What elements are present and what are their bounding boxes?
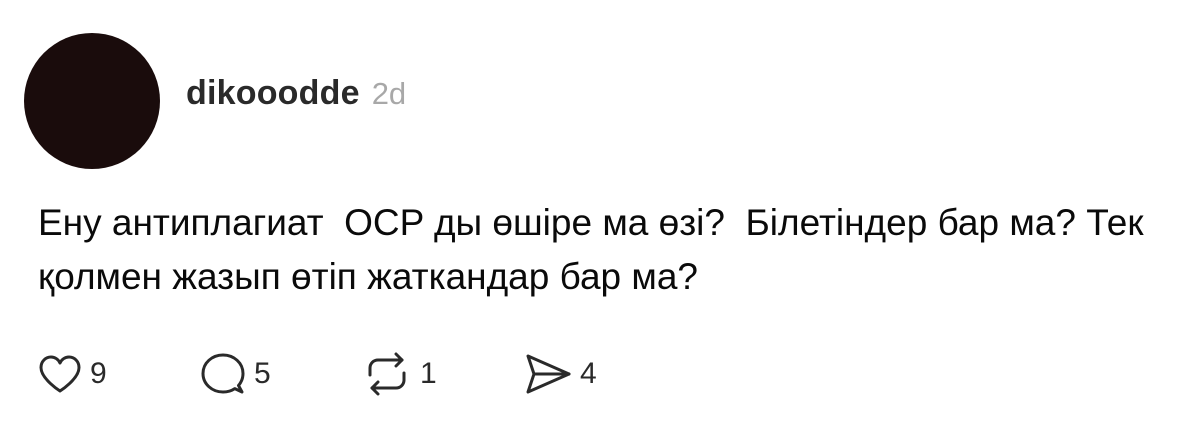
share-count: 4 (580, 357, 597, 390)
repost-count: 1 (420, 357, 437, 390)
comment-button[interactable]: 5 (200, 352, 362, 396)
post-header: dikooodde 2d (186, 74, 406, 113)
comment-count: 5 (254, 357, 271, 390)
send-icon (526, 354, 571, 394)
like-count: 9 (90, 357, 107, 390)
avatar[interactable] (24, 33, 160, 169)
post-text: Ену антиплагиат OCP ды өшіре ма өзі? Біл… (38, 202, 1154, 297)
comment-bubble-icon (201, 353, 245, 394)
like-button[interactable]: 9 (38, 354, 200, 394)
username[interactable]: dikooodde (186, 74, 360, 113)
action-bar: 9 5 1 4 (38, 350, 597, 398)
repost-button[interactable]: 1 (362, 352, 524, 396)
share-button[interactable]: 4 (524, 353, 597, 395)
timestamp: 2d (371, 76, 407, 111)
repost-icon (368, 352, 406, 396)
heart-icon (39, 355, 81, 393)
